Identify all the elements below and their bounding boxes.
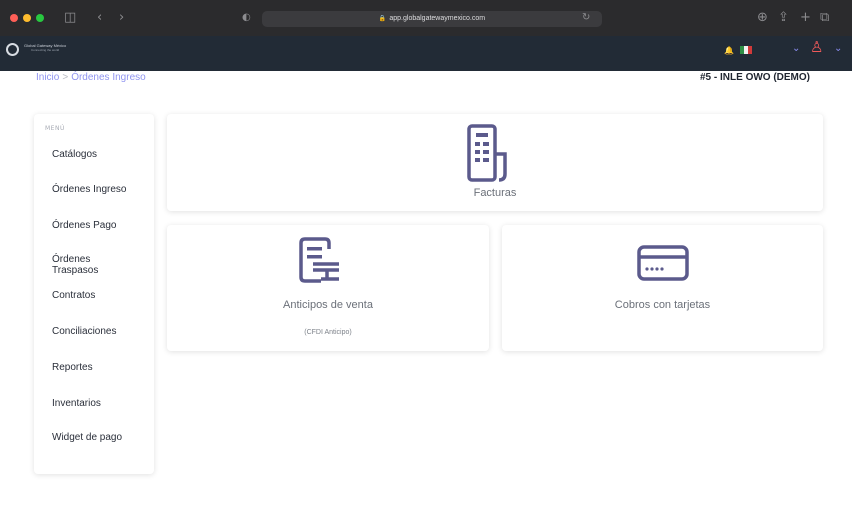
lock-icon: 🔒 — [378, 16, 387, 22]
notification-bell-icon[interactable]: 🔔 — [724, 46, 734, 55]
cobros-label: Cobros con tarjetas — [614, 299, 711, 311]
url-text: app.globalgatewaymexico.com — [389, 15, 486, 22]
browser-toolbar: ◫ ‹ › ◐ 🔒 app.globalgatewaymexico.com ↻ ⊕… — [0, 0, 852, 36]
sidebar-menu: MENÚ Catálogos Órdenes Ingreso Órdenes P… — [34, 114, 154, 474]
breadcrumb-separator: > — [62, 72, 69, 83]
facturas-label: Facturas — [473, 187, 517, 199]
credit-card-icon — [637, 245, 689, 281]
back-icon[interactable]: ‹ — [97, 10, 102, 26]
sidebar-item-inventarios[interactable]: Inventarios — [52, 398, 101, 409]
company-name: #5 - INLE OWO (DEMO) — [700, 72, 810, 83]
sidebar-item-contratos[interactable]: Contratos — [52, 290, 95, 301]
breadcrumb-current[interactable]: Órdenes Ingreso — [71, 72, 146, 83]
tabs-icon[interactable]: ⧉ — [820, 10, 829, 26]
new-tab-icon[interactable]: + — [800, 10, 811, 26]
advance-receipt-icon — [299, 237, 339, 283]
address-bar[interactable]: 🔒 app.globalgatewaymexico.com — [262, 11, 602, 27]
logo-subtitle: Connecting the world — [31, 48, 60, 52]
menu-heading: MENÚ — [45, 125, 65, 132]
breadcrumb: Inicio > Órdenes Ingreso — [36, 72, 146, 83]
shield-icon[interactable]: ◐ — [242, 10, 251, 26]
app-header: Global Gateway México Connecting the wor… — [0, 36, 852, 71]
anticipos-de-venta-card[interactable]: Anticipos de venta (CFDI Anticipo) — [167, 225, 489, 351]
reload-icon[interactable]: ↻ — [582, 10, 590, 26]
sidebar-icon[interactable]: ◫ — [64, 10, 76, 26]
cobros-con-tarjetas-card[interactable]: Cobros con tarjetas — [502, 225, 823, 351]
facturas-card[interactable]: Facturas — [167, 114, 823, 211]
sidebar-item-widget-de-pago[interactable]: Widget de pago — [52, 432, 122, 443]
sidebar-item-catalogos[interactable]: Catálogos — [52, 149, 97, 160]
sidebar-item-ordenes-pago[interactable]: Órdenes Pago — [52, 220, 117, 231]
forward-icon[interactable]: › — [119, 10, 124, 26]
chevron-down-icon[interactable]: ⌄ — [792, 43, 800, 54]
sidebar-item-ordenes-ingreso[interactable]: Órdenes Ingreso — [52, 184, 127, 195]
breadcrumb-home[interactable]: Inicio — [36, 72, 59, 83]
sidebar-item-ordenes-traspasos[interactable]: Órdenes Traspasos — [52, 254, 122, 276]
download-icon[interactable]: ⊕ — [757, 10, 768, 26]
anticipos-sublabel: (CFDI Anticipo) — [304, 329, 352, 336]
anticipos-label: Anticipos de venta — [283, 299, 373, 311]
chevron-down-icon[interactable]: ⌄ — [834, 43, 842, 54]
logo-icon[interactable] — [6, 43, 19, 56]
close-window-button[interactable] — [10, 14, 18, 22]
sidebar-item-conciliaciones[interactable]: Conciliaciones — [52, 326, 116, 337]
share-icon[interactable]: ⇪ — [778, 10, 789, 26]
user-icon[interactable]: ♙ — [810, 40, 823, 55]
sidebar-item-reportes[interactable]: Reportes — [52, 362, 93, 373]
invoice-icon — [467, 124, 507, 182]
mexico-flag-icon[interactable] — [740, 46, 752, 54]
minimize-window-button[interactable] — [23, 14, 31, 22]
maximize-window-button[interactable] — [36, 14, 44, 22]
